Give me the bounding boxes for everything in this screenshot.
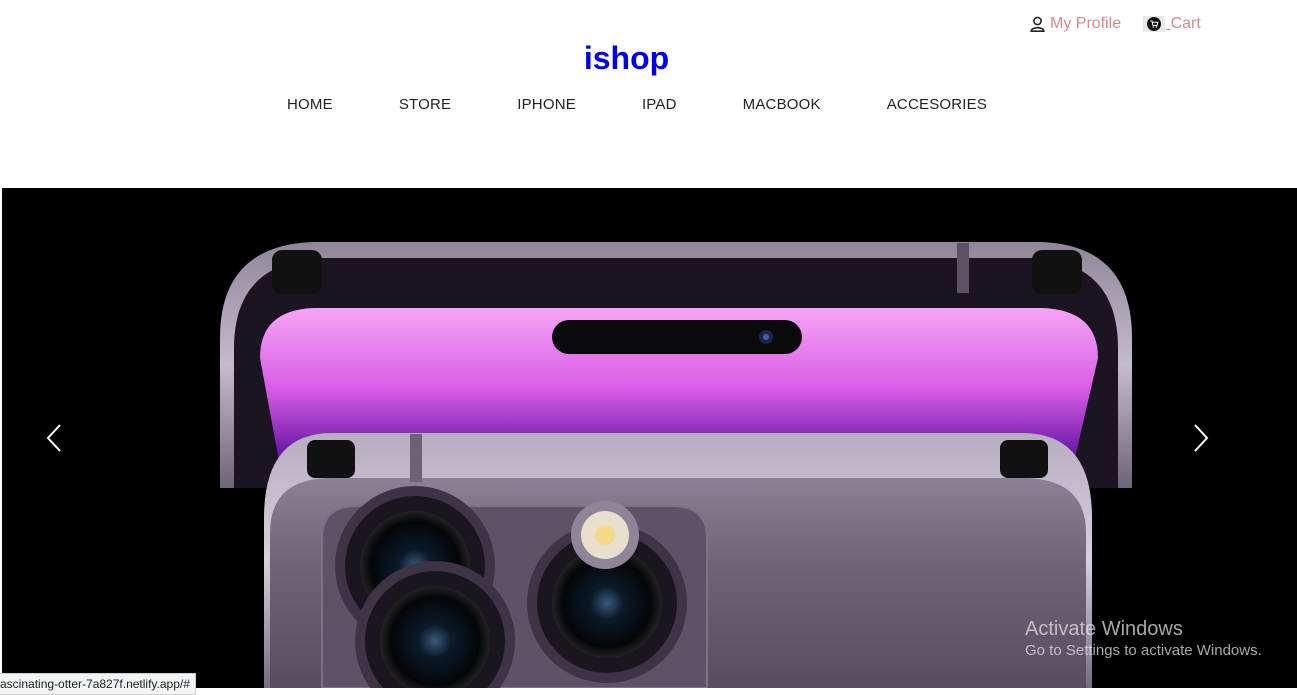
user-icon: [1030, 16, 1045, 32]
my-profile-label: My Profile: [1050, 15, 1122, 32]
brand-logo[interactable]: ishop: [0, 40, 1253, 77]
watermark-title: Activate Windows: [1025, 618, 1183, 640]
chevron-right-icon: [1194, 424, 1209, 452]
nav-item-macbook[interactable]: MACBOOK: [743, 96, 821, 113]
my-profile-link[interactable]: My Profile: [1030, 15, 1121, 33]
nav-item-accessories[interactable]: ACCESORIES: [887, 96, 987, 113]
carousel-prev-button[interactable]: [40, 423, 70, 453]
status-url-bar: ascinating-otter-7a827f.netlify.app/#: [0, 673, 196, 695]
nav-item-iphone[interactable]: IPHONE: [517, 96, 576, 113]
watermark-subtitle: Go to Settings to activate Windows.: [1025, 642, 1262, 659]
top-links: My Profile Cart: [1030, 15, 1201, 33]
main-nav: HOME STORE IPHONE IPAD MACBOOK ACCESORIE…: [287, 96, 987, 113]
carousel-next-button[interactable]: [1185, 423, 1215, 453]
cart-label: Cart: [1170, 15, 1201, 32]
cart-link[interactable]: Cart: [1143, 15, 1201, 33]
hero-carousel: [2, 188, 1297, 688]
hero-image: [2, 188, 1297, 688]
nav-item-home[interactable]: HOME: [287, 96, 333, 113]
chevron-left-icon: [46, 424, 61, 452]
page: My Profile Cart ishop HOME STORE IPHONE …: [0, 0, 1297, 695]
nav-item-store[interactable]: STORE: [399, 96, 451, 113]
cart-icon: [1143, 16, 1166, 32]
nav-item-ipad[interactable]: IPAD: [642, 96, 677, 113]
windows-activation-watermark: Activate Windows Go to Settings to activ…: [1025, 617, 1262, 661]
